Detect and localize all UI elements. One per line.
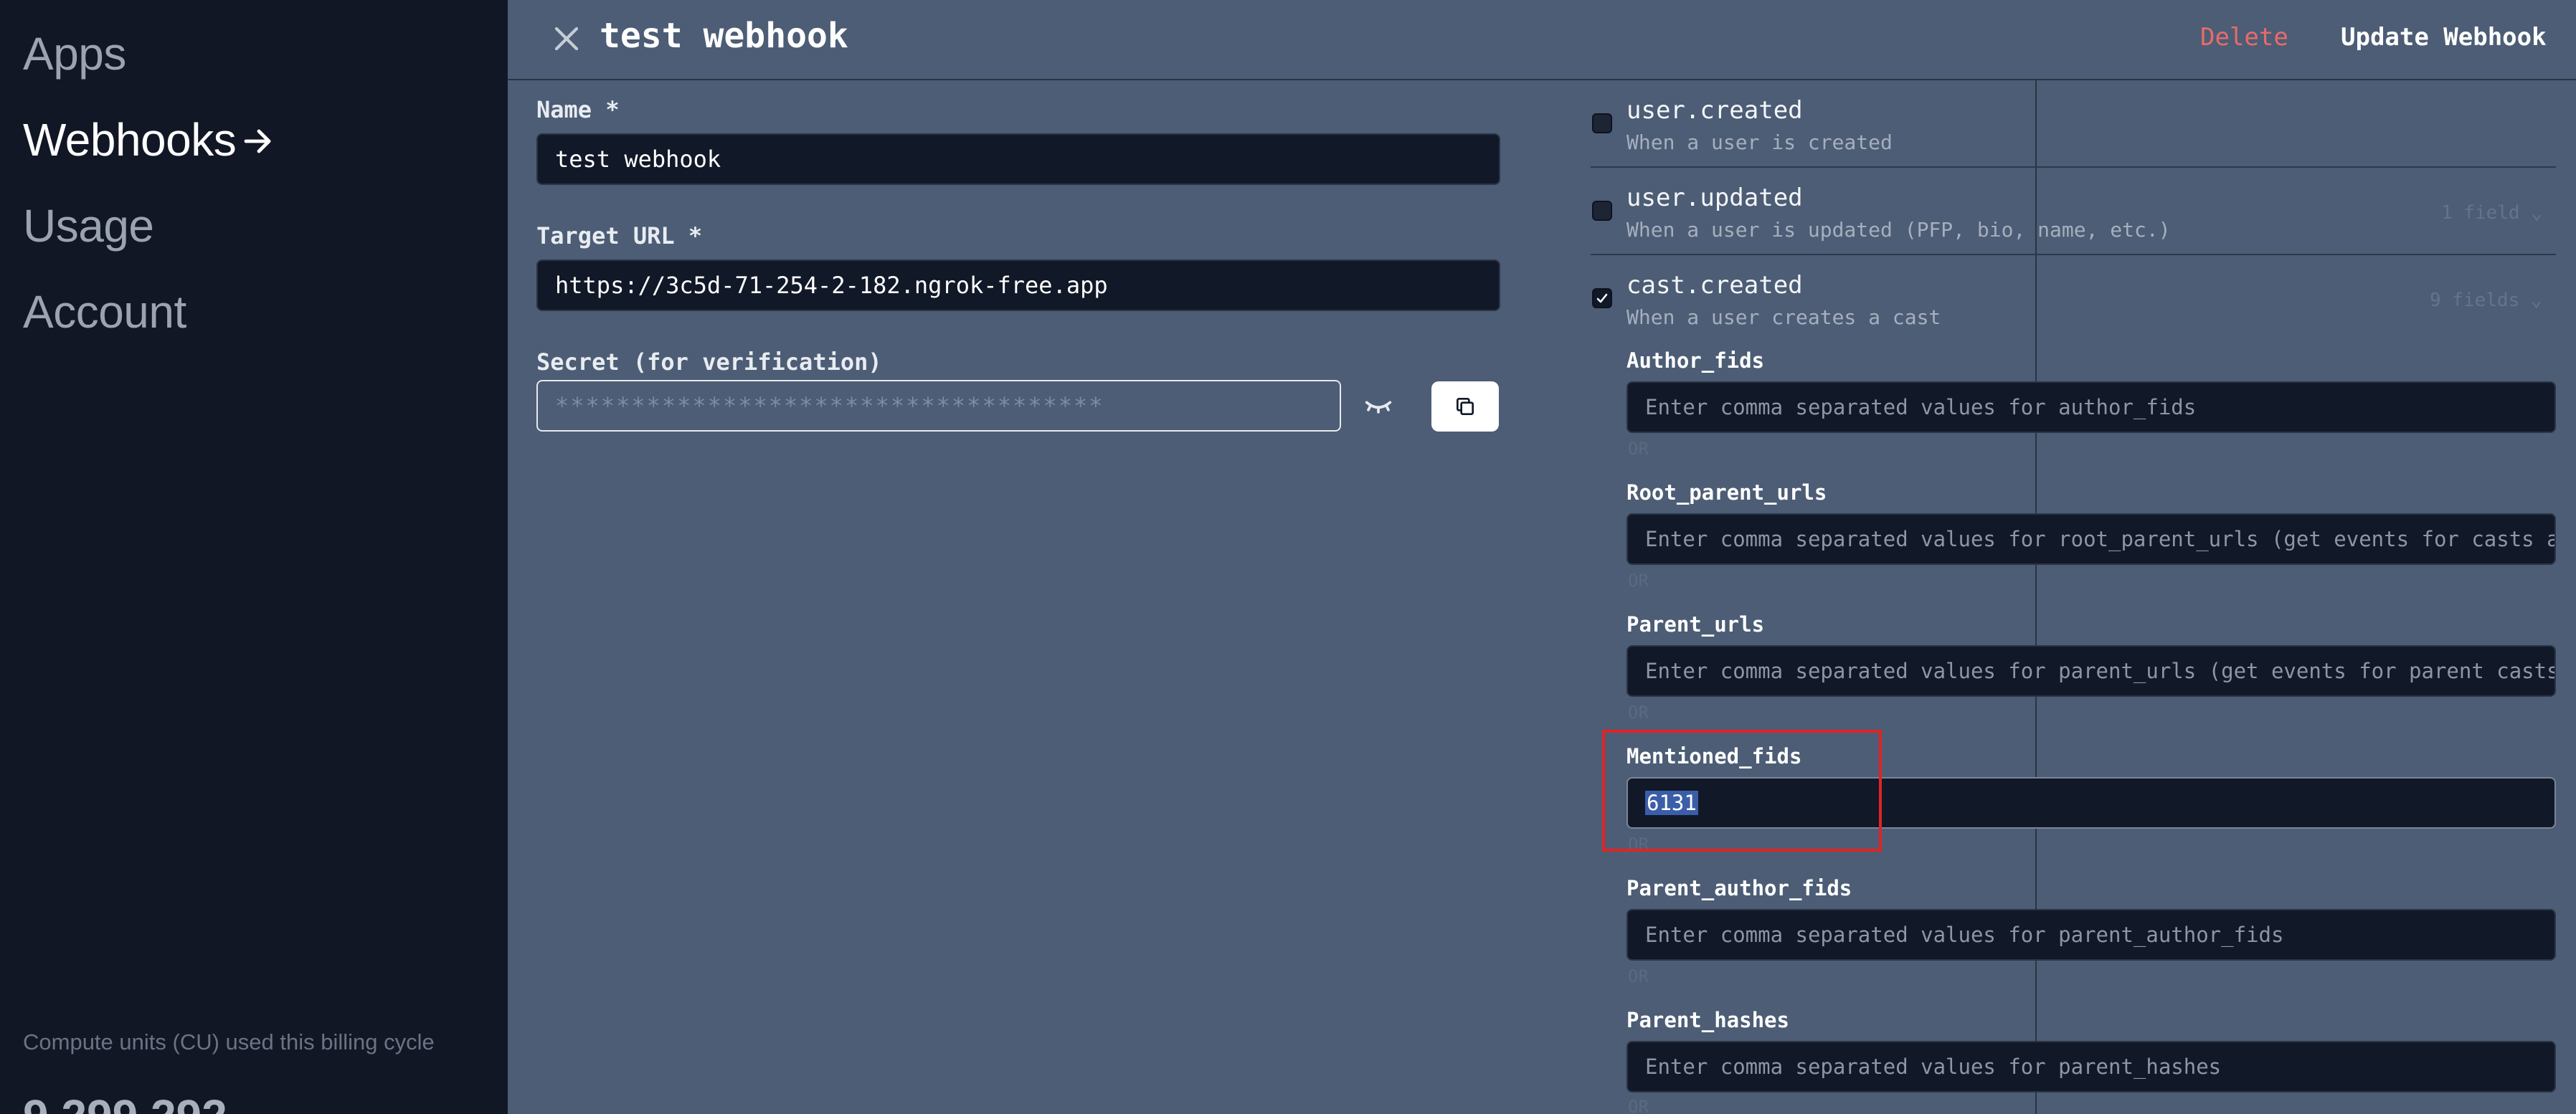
update-webhook-button[interactable]: Update Webhook bbox=[2341, 23, 2547, 52]
event-field-count[interactable]: 1 field ⌄ bbox=[2441, 202, 2542, 224]
filter-input-mentioned-fids[interactable]: 6131 bbox=[1626, 777, 2556, 829]
nav-label: Account bbox=[23, 286, 186, 338]
or-separator: OR bbox=[1628, 966, 1649, 986]
chevron-down-icon: ⌄ bbox=[2530, 290, 2542, 311]
filter-input-parent-urls[interactable]: Enter comma separated values for parent_… bbox=[1626, 645, 2556, 697]
delete-button[interactable]: Delete bbox=[2200, 23, 2288, 52]
nav-label: Apps bbox=[23, 28, 126, 80]
nav-item-apps[interactable]: Apps bbox=[23, 27, 126, 80]
compute-units-value: 9,299,292 bbox=[23, 1090, 227, 1114]
event-divider bbox=[1591, 166, 2556, 168]
event-description: When a user creates a cast bbox=[1626, 305, 1941, 329]
nav-item-webhooks[interactable]: Webhooks bbox=[23, 113, 275, 169]
name-input[interactable]: test webhook bbox=[536, 133, 1500, 185]
close-button[interactable] bbox=[546, 19, 587, 59]
event-name: user.created bbox=[1626, 96, 1803, 125]
secret-input[interactable]: ************************************ bbox=[536, 380, 1341, 432]
close-icon bbox=[554, 27, 579, 51]
event-divider bbox=[1591, 254, 2556, 255]
nav-item-usage[interactable]: Usage bbox=[23, 199, 154, 252]
sidebar: Apps Webhooks Usage Account Compute unit… bbox=[0, 0, 508, 1114]
arrow-right-icon bbox=[240, 116, 275, 169]
filter-input-parent-hashes[interactable]: Enter comma separated values for parent_… bbox=[1626, 1041, 2556, 1092]
target-url-input[interactable]: https://3c5d-71-254-2-182.ngrok-free.app bbox=[536, 260, 1500, 311]
eye-closed-icon bbox=[1365, 401, 1392, 414]
selected-value: 6131 bbox=[1645, 791, 1698, 815]
event-field-count[interactable]: 9 fields ⌄ bbox=[2430, 290, 2542, 311]
page-title: test webhook bbox=[600, 16, 848, 56]
nav-label: Usage bbox=[23, 200, 154, 252]
event-description: When a user is updated (PFP, bio, name, … bbox=[1626, 218, 2171, 242]
or-separator: OR bbox=[1628, 703, 1649, 723]
event-name: user.updated bbox=[1626, 184, 1803, 212]
event-checkbox-user-created[interactable] bbox=[1592, 113, 1612, 133]
copy-secret-button[interactable] bbox=[1431, 381, 1499, 432]
event-checkbox-user-updated[interactable] bbox=[1592, 201, 1612, 221]
filter-label-root-parent-urls: Root_parent_urls bbox=[1626, 480, 1827, 505]
filter-label-mentioned-fids: Mentioned_fids bbox=[1626, 744, 1802, 768]
or-separator: OR bbox=[1628, 571, 1649, 591]
filter-label-parent-urls: Parent_urls bbox=[1626, 612, 1765, 637]
event-checkbox-cast-created[interactable] bbox=[1592, 288, 1612, 308]
copy-icon bbox=[1457, 398, 1474, 415]
nav-label: Webhooks bbox=[23, 114, 237, 166]
field-count-label: 1 field bbox=[2441, 202, 2520, 224]
panel-header: test webhook Delete Update Webhook bbox=[508, 0, 2576, 80]
filter-label-author-fids: Author_fids bbox=[1626, 348, 1765, 373]
event-name: cast.created bbox=[1626, 271, 1803, 300]
nav-item-account[interactable]: Account bbox=[23, 285, 186, 338]
check-icon bbox=[1596, 293, 1608, 303]
event-description: When a user is created bbox=[1626, 130, 1893, 154]
chevron-down-icon: ⌄ bbox=[2531, 202, 2542, 224]
compute-units-label: Compute units (CU) used this billing cyc… bbox=[23, 1029, 435, 1055]
target-url-label: Target URL * bbox=[536, 222, 703, 249]
or-separator: OR bbox=[1628, 1097, 1649, 1114]
filter-input-author-fids[interactable]: Enter comma separated values for author_… bbox=[1626, 381, 2556, 433]
field-count-label: 9 fields bbox=[2430, 290, 2520, 311]
toggle-visibility-button[interactable] bbox=[1358, 390, 1398, 422]
filter-input-parent-author-fids[interactable]: Enter comma separated values for parent_… bbox=[1626, 909, 2556, 961]
secret-label: Secret (for verification) bbox=[536, 348, 882, 376]
or-separator: OR bbox=[1628, 439, 1649, 459]
filter-label-parent-author-fids: Parent_author_fids bbox=[1626, 876, 1852, 900]
filter-label-parent-hashes: Parent_hashes bbox=[1626, 1008, 1789, 1032]
or-separator: OR bbox=[1628, 834, 1649, 854]
filter-input-root-parent-urls[interactable]: Enter comma separated values for root_pa… bbox=[1626, 513, 2556, 565]
name-label: Name * bbox=[536, 96, 620, 123]
